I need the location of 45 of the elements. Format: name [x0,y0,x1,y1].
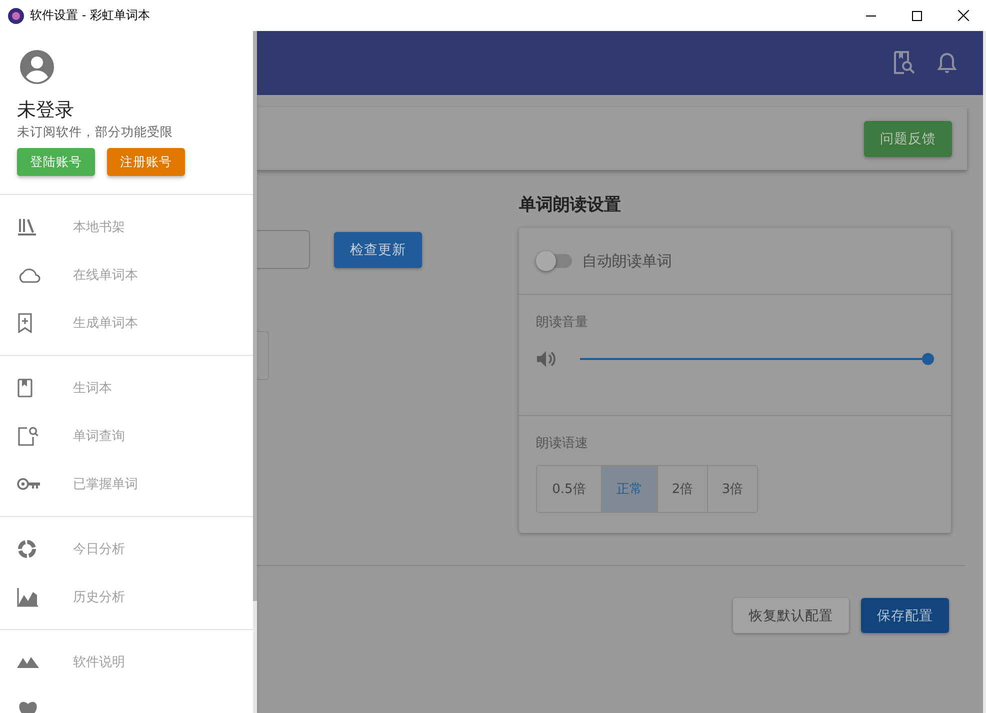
menu-item[interactable]: 单词查询 [73,427,125,445]
speed-option[interactable]: 3倍 [707,466,757,512]
speaker-icon [536,350,556,368]
toggle-label: 自动朗读单词 [582,252,672,270]
field-label: 朗读语速 [536,435,588,452]
page-search-icon [17,426,39,446]
bookmark-plus-icon [17,313,33,333]
avatar-icon [20,50,54,84]
field-label: 朗读音量 [536,314,588,331]
slider-thumb[interactable] [922,353,934,365]
menu-item[interactable]: 今日分析 [73,540,125,558]
scrollbar[interactable] [253,31,257,713]
register-button[interactable]: 注册账号 [107,148,185,176]
menu-item[interactable]: 生词本 [73,379,112,397]
books-icon [17,218,37,236]
speed-option[interactable]: 0.5倍 [537,466,601,512]
ring-icon [17,539,37,559]
toggle-switch[interactable] [536,251,574,271]
speed-option[interactable]: 2倍 [657,466,707,512]
book-icon [17,378,33,398]
speed-option[interactable]: 正常 [601,466,657,512]
window-title: 软件设置 - 彩虹单词本 [30,7,151,24]
menu-item[interactable]: 软件说明 [73,653,125,671]
menu-item[interactable]: 生成单词本 [73,314,138,332]
book-search-icon[interactable] [893,51,915,75]
line-chart-icon [17,587,39,607]
menu-item[interactable]: 历史分析 [73,588,125,606]
subscription-note: 未订阅软件，部分功能受限 [17,124,173,140]
feedback-button[interactable]: 问题反馈 [864,120,952,156]
close-icon [958,10,968,21]
cloud-icon [17,267,41,283]
section-title: 单词朗读设置 [519,194,621,216]
check-update-button[interactable]: 检查更新 [334,232,422,268]
bell-icon[interactable] [937,52,957,74]
menu-item[interactable]: 本地书架 [73,218,125,236]
maximize-icon [912,10,922,20]
reset-button[interactable]: 恢复默认配置 [733,598,849,633]
login-button[interactable]: 登陆账号 [17,148,95,176]
menu-item[interactable]: 已掌握单词 [73,475,138,493]
app-logo-icon [8,8,24,24]
menu-item[interactable]: 在线单词本 [73,266,138,284]
key-icon [17,477,41,491]
save-button[interactable]: 保存配置 [861,598,949,633]
mountains-icon [17,656,39,668]
user-name: 未登录 [17,99,74,121]
